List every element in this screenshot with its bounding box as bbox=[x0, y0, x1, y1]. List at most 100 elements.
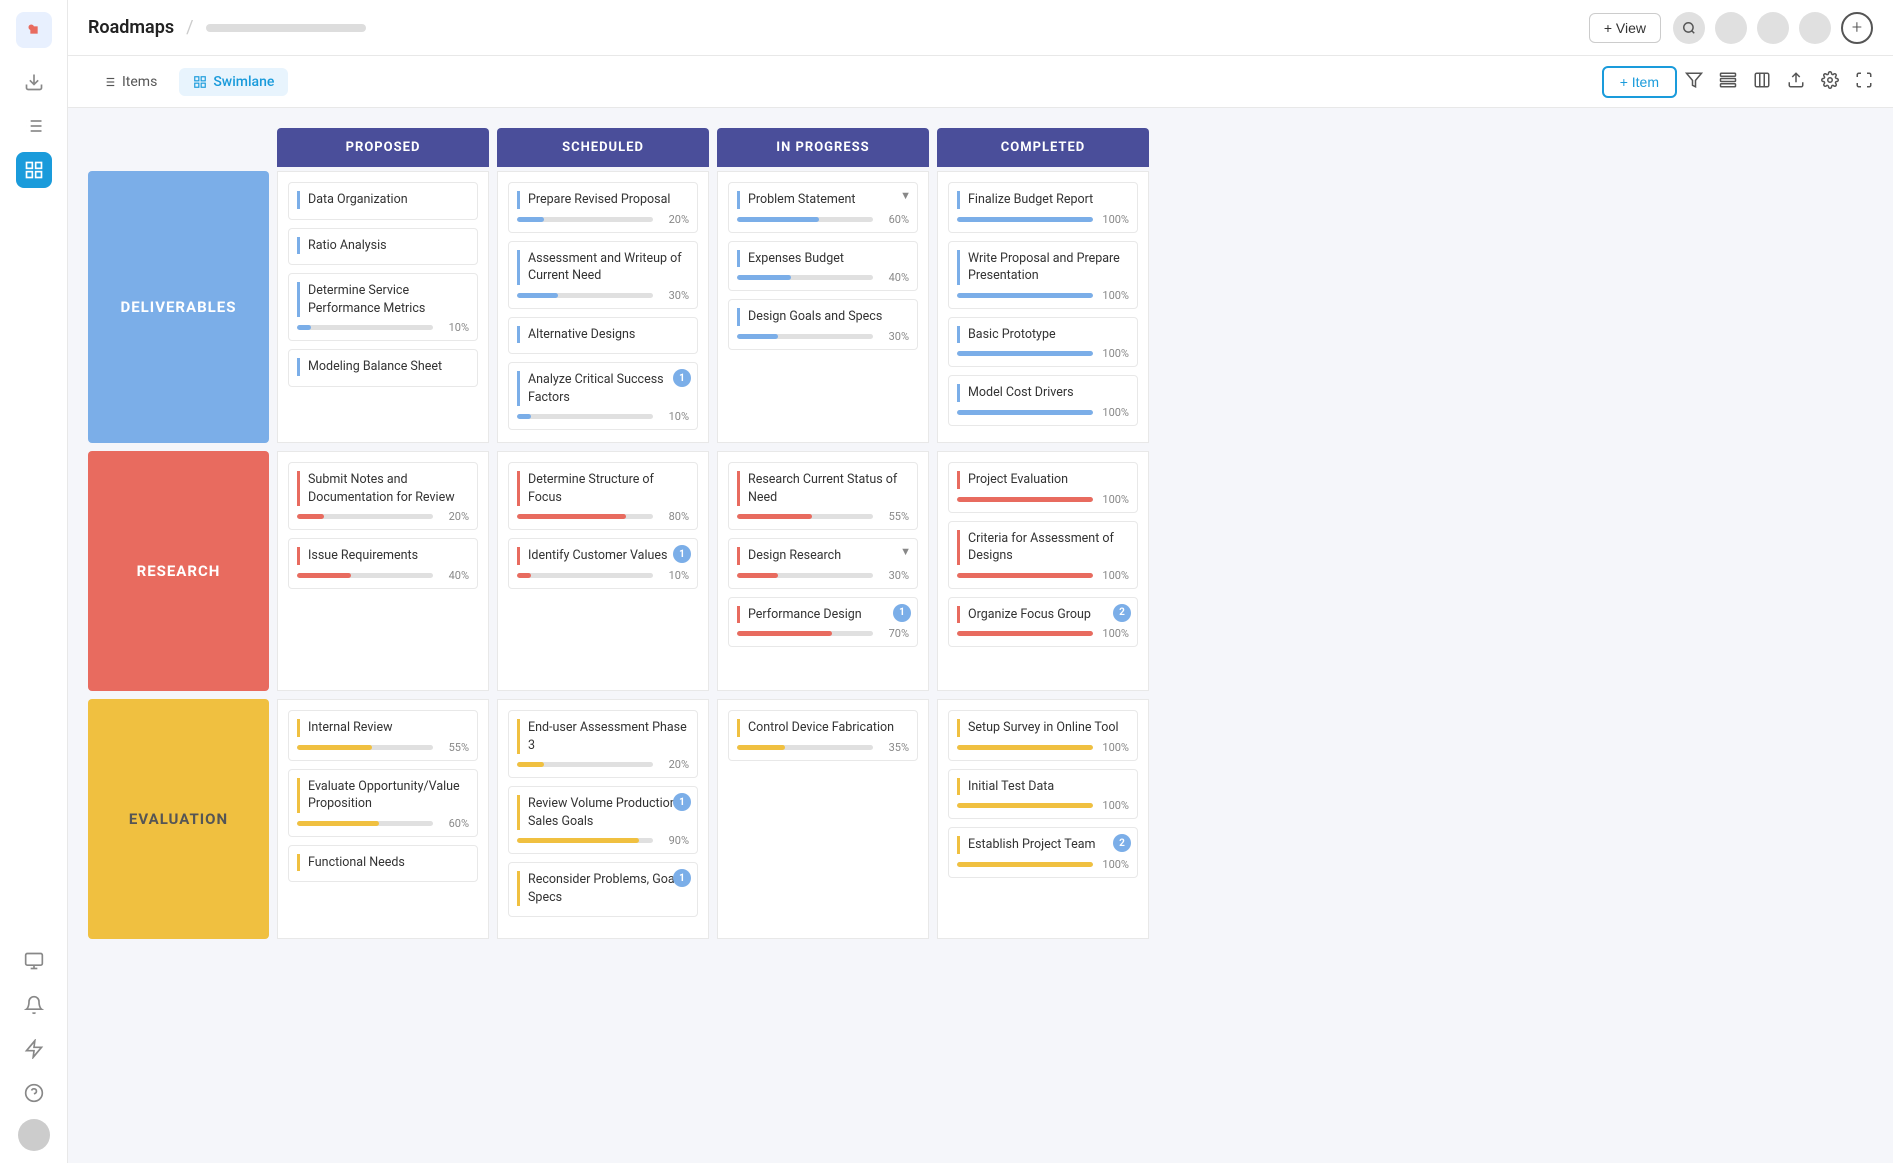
add-view-button[interactable]: + View bbox=[1589, 13, 1661, 43]
board-card[interactable]: Ratio Analysis bbox=[288, 228, 478, 266]
board-card[interactable]: Determine Structure of Focus 80% bbox=[508, 462, 698, 530]
board-card[interactable]: End-user Assessment Phase 3 20% bbox=[508, 710, 698, 778]
board-card[interactable]: Research Current Status of Need 55% bbox=[728, 462, 918, 530]
board-cell-deliverables-completed: Finalize Budget Report 100% Write Propos… bbox=[937, 171, 1149, 443]
avatar-1[interactable] bbox=[1715, 12, 1747, 44]
board-card[interactable]: Organize Focus Group 100% 2 bbox=[948, 597, 1138, 648]
add-item-button[interactable]: + Item bbox=[1602, 66, 1677, 98]
board-card[interactable]: Write Proposal and Prepare Presentation … bbox=[948, 241, 1138, 309]
card-title: Alternative Designs bbox=[517, 326, 689, 344]
user-avatar[interactable] bbox=[18, 1119, 50, 1151]
row-label-deliverables: DELIVERABLES bbox=[88, 171, 269, 443]
board-card[interactable]: Functional Needs bbox=[288, 845, 478, 883]
sidebar-list-icon[interactable] bbox=[16, 108, 52, 144]
col-header-empty bbox=[88, 128, 273, 167]
card-title: Issue Requirements bbox=[297, 547, 469, 565]
row-label-research: RESEARCH bbox=[88, 451, 269, 691]
board-cell-evaluation-scheduled: End-user Assessment Phase 3 20% Review V… bbox=[497, 699, 709, 939]
avatar-3[interactable] bbox=[1799, 12, 1831, 44]
columns-icon[interactable] bbox=[1753, 71, 1771, 93]
board-card[interactable]: Establish Project Team 100% 2 bbox=[948, 827, 1138, 878]
card-title: Basic Prototype bbox=[957, 326, 1129, 344]
app-logo[interactable] bbox=[16, 12, 52, 48]
card-title: Analyze Critical Success Factors bbox=[517, 371, 689, 406]
board-card[interactable]: Determine Service Performance Metrics 10… bbox=[288, 273, 478, 341]
card-title: Finalize Budget Report bbox=[957, 191, 1129, 209]
card-title: Model Cost Drivers bbox=[957, 384, 1129, 402]
board-card[interactable]: Issue Requirements 40% bbox=[288, 538, 478, 589]
filter-icon[interactable] bbox=[1685, 71, 1703, 93]
board-card[interactable]: Problem Statement 60% ▼ bbox=[728, 182, 918, 233]
card-title: Determine Service Performance Metrics bbox=[297, 282, 469, 317]
sidebar-help-icon[interactable] bbox=[16, 1075, 52, 1111]
board-card[interactable]: Initial Test Data 100% bbox=[948, 769, 1138, 820]
board-cell-deliverables-scheduled: Prepare Revised Proposal 20% Assessment … bbox=[497, 171, 709, 443]
fullscreen-icon[interactable] bbox=[1855, 71, 1873, 93]
badge: 1 bbox=[893, 604, 911, 622]
card-title: Establish Project Team bbox=[957, 836, 1129, 854]
sidebar-roadmap-icon[interactable] bbox=[16, 152, 52, 188]
board-card[interactable]: Project Evaluation 100% bbox=[948, 462, 1138, 513]
board-card[interactable]: Data Organization bbox=[288, 182, 478, 220]
board-cell-evaluation-inprogress: Control Device Fabrication 35% bbox=[717, 699, 929, 939]
dropdown-icon[interactable]: ▼ bbox=[900, 545, 911, 558]
board-card[interactable]: Setup Survey in Online Tool 100% bbox=[948, 710, 1138, 761]
board-card[interactable]: Assessment and Writeup of Current Need 3… bbox=[508, 241, 698, 309]
card-title: End-user Assessment Phase 3 bbox=[517, 719, 689, 754]
board-cell-research-inprogress: Research Current Status of Need 55% Desi… bbox=[717, 451, 929, 691]
board-card[interactable]: Identify Customer Values 10% 1 bbox=[508, 538, 698, 589]
export-icon[interactable] bbox=[1787, 71, 1805, 93]
card-title: Criteria for Assessment of Designs bbox=[957, 530, 1129, 565]
breadcrumb-path bbox=[206, 24, 366, 32]
board-card[interactable]: Prepare Revised Proposal 20% bbox=[508, 182, 698, 233]
search-icon[interactable] bbox=[1673, 12, 1705, 44]
sidebar-person-icon[interactable] bbox=[16, 943, 52, 979]
board-card[interactable]: Criteria for Assessment of Designs 100% bbox=[948, 521, 1138, 589]
page-title: Roadmaps bbox=[88, 17, 174, 38]
card-title: Project Evaluation bbox=[957, 471, 1129, 489]
tab-items[interactable]: Items bbox=[88, 68, 171, 96]
board-grid: PROPOSEDSCHEDULEDIN PROGRESSCOMPLETEDDEL… bbox=[88, 128, 1873, 943]
board-card[interactable]: Finalize Budget Report 100% bbox=[948, 182, 1138, 233]
board-card[interactable]: Review Volume Production & Sales Goals 9… bbox=[508, 786, 698, 854]
board-cell-deliverables-proposed: Data Organization Ratio Analysis Determi… bbox=[277, 171, 489, 443]
board-card[interactable]: Reconsider Problems, Goals, Specs 1 bbox=[508, 862, 698, 917]
board-cell-research-completed: Project Evaluation 100% Criteria for Ass… bbox=[937, 451, 1149, 691]
card-title: Write Proposal and Prepare Presentation bbox=[957, 250, 1129, 285]
board-card[interactable]: Basic Prototype 100% bbox=[948, 317, 1138, 368]
row-label-evaluation: EVALUATION bbox=[88, 699, 269, 939]
board-card[interactable]: Internal Review 55% bbox=[288, 710, 478, 761]
sidebar-bell-icon[interactable] bbox=[16, 987, 52, 1023]
board-card[interactable]: Control Device Fabrication 35% bbox=[728, 710, 918, 761]
settings-icon[interactable] bbox=[1821, 71, 1839, 93]
board-card[interactable]: Expenses Budget 40% bbox=[728, 241, 918, 292]
board-card[interactable]: Submit Notes and Documentation for Revie… bbox=[288, 462, 478, 530]
card-title: Internal Review bbox=[297, 719, 469, 737]
board-cell-evaluation-proposed: Internal Review 55% Evaluate Opportunity… bbox=[277, 699, 489, 939]
board-card[interactable]: Modeling Balance Sheet bbox=[288, 349, 478, 387]
board-cell-research-proposed: Submit Notes and Documentation for Revie… bbox=[277, 451, 489, 691]
card-title: Determine Structure of Focus bbox=[517, 471, 689, 506]
badge: 1 bbox=[673, 369, 691, 387]
card-title: Design Research bbox=[737, 547, 909, 565]
board-card[interactable]: Design Research 30% ▼ bbox=[728, 538, 918, 589]
sidebar-download-icon[interactable] bbox=[16, 64, 52, 100]
board-card[interactable]: Alternative Designs bbox=[508, 317, 698, 355]
board-card[interactable]: Evaluate Opportunity/Value Proposition 6… bbox=[288, 769, 478, 837]
avatar-2[interactable] bbox=[1757, 12, 1789, 44]
add-member-button[interactable]: + bbox=[1841, 12, 1873, 44]
card-title: Prepare Revised Proposal bbox=[517, 191, 689, 209]
board-card[interactable]: Design Goals and Specs 30% bbox=[728, 299, 918, 350]
card-title: Initial Test Data bbox=[957, 778, 1129, 796]
sidebar-lightning-icon[interactable] bbox=[16, 1031, 52, 1067]
sidebar bbox=[0, 0, 68, 1163]
col-header-proposed: PROPOSED bbox=[277, 128, 489, 167]
board-card[interactable]: Performance Design 70% 1 bbox=[728, 597, 918, 648]
board-card[interactable]: Analyze Critical Success Factors 10% 1 bbox=[508, 362, 698, 430]
badge: 1 bbox=[673, 869, 691, 887]
board-card[interactable]: Model Cost Drivers 100% bbox=[948, 375, 1138, 426]
group-icon[interactable] bbox=[1719, 71, 1737, 93]
board-cell-research-scheduled: Determine Structure of Focus 80% Identif… bbox=[497, 451, 709, 691]
dropdown-icon[interactable]: ▼ bbox=[900, 189, 911, 202]
tab-swimlane[interactable]: Swimlane bbox=[179, 68, 288, 96]
